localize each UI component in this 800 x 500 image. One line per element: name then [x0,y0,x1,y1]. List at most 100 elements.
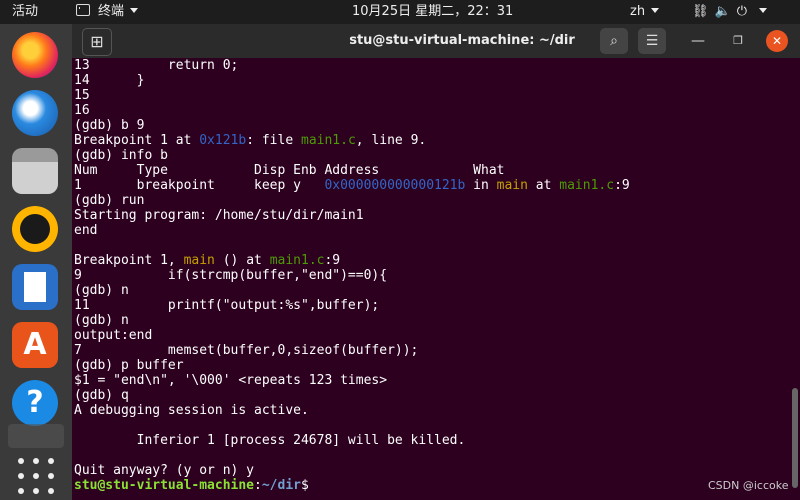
show-apps-icon[interactable] [18,458,54,494]
terminal-text: main [496,178,528,193]
rhythmbox-icon[interactable] [12,206,58,252]
terminal-text: Breakpoint 1, [74,253,184,268]
terminal-line: (gdb) q [74,388,794,403]
system-tray[interactable]: ⛓ 🔈 ⏻ [692,0,771,24]
input-method-button[interactable]: zh [630,0,660,24]
writer-icon[interactable] [12,264,58,310]
terminal-text: Breakpoint 1 at [74,133,200,148]
terminal-text: stu@stu-virtual-machine [74,478,255,493]
terminal-line: stu@stu-virtual-machine:~/dir$ [74,478,794,493]
terminal-text: 0x121b [199,133,247,148]
terminal-text: , line 9. [355,133,427,148]
activities-button[interactable]: 活动 [12,0,38,24]
dock: A ? [0,24,72,500]
terminal-line: (gdb) n [74,283,794,298]
terminal-text: 7 memset(buffer,0,sizeof(buffer)); [74,343,419,358]
terminal-text: :9 [324,253,341,268]
terminal-line: output:end [74,328,794,343]
terminal-text: (gdb) n [74,283,129,298]
terminal-line: (gdb) p buffer [74,358,794,373]
terminal-text: end [74,223,98,238]
terminal-line: Breakpoint 1, main () at main1.c:9 [74,253,794,268]
terminal-text: 13 return 0; [74,58,239,73]
terminal-line: 9 if(strcmp(buffer,"end")==0){ [74,268,794,283]
terminal-line: Breakpoint 1 at 0x121b: file main1.c, li… [74,133,794,148]
software-center-icon[interactable]: A [12,322,58,368]
trash-icon[interactable] [8,424,64,448]
terminal-line: Inferior 1 [process 24678] will be kille… [74,433,794,448]
terminal-text: Num Type Disp Enb Address What [74,163,505,178]
terminal-text: : file [246,133,301,148]
network-icon: ⛓ [692,4,711,19]
power-icon: ⏻ [736,4,749,19]
terminal-text: 16 [74,103,90,118]
app-menu-button[interactable]: 终端 [76,0,139,24]
search-button[interactable]: ⌕ [600,28,628,54]
terminal-text: (gdb) p buffer [74,358,184,373]
terminal-text: main1.c [269,253,325,268]
window-titlebar[interactable]: ⊞ stu@stu-virtual-machine: ~/dir ⌕ ☰ — ❐… [72,24,800,58]
terminal-line: 11 printf("output:%s",buffer); [74,298,794,313]
terminal-text: main1.c [301,133,356,148]
terminal-text: 14 } [74,73,145,88]
files-icon[interactable] [12,148,58,194]
firefox-icon[interactable] [12,32,58,78]
terminal-text: $1 = "end\n", '\000' <repeats 123 times> [74,373,388,388]
thunderbird-icon[interactable] [12,90,58,136]
close-button[interactable]: ✕ [766,30,788,52]
terminal-text: (gdb) q [74,388,129,403]
scrollbar[interactable] [792,388,798,488]
terminal-text: () at [214,253,270,268]
terminal-text: A debugging session is active. [74,403,309,418]
terminal-text: ~/dir [261,478,301,493]
terminal-text: (gdb) run [74,193,145,208]
terminal-line: 13 return 0; [74,58,794,73]
maximize-button[interactable]: ❐ [728,28,748,54]
hamburger-icon: ☰ [645,33,659,49]
terminal-line: 16 [74,103,794,118]
chevron-down-icon [130,8,139,13]
help-icon[interactable]: ? [12,380,58,426]
terminal-text: (gdb) b 9 [74,118,145,133]
terminal-text: main1.c [559,178,615,193]
terminal-line: end [74,223,794,238]
terminal-output[interactable]: 13 return 0; 14 } 15 16 (gdb) b 9 Breakpoint … [72,58,794,500]
terminal-text: (gdb) info b [74,148,168,163]
terminal-line: 14 } [74,73,794,88]
terminal-line: 1 breakpoint keep y 0x000000000000121b i… [74,178,794,193]
terminal-text: Starting program: /home/stu/dir/main1 [74,208,364,223]
terminal-line: A debugging session is active. [74,403,794,418]
terminal-text: 15 [74,88,90,103]
search-icon: ⌕ [610,33,618,49]
volume-icon: 🔈 [714,4,733,19]
terminal-text: :9 [614,178,630,193]
terminal-text: 0x000000000000121b [324,178,466,193]
terminal-line: Quit anyway? (y or n) y [74,463,794,478]
menu-button[interactable]: ☰ [638,28,666,54]
terminal-line: (gdb) info b [74,148,794,163]
terminal-line: (gdb) b 9 [74,118,794,133]
terminal-text: output:end [74,328,153,343]
app-name: 终端 [98,4,125,19]
terminal-text: : [254,478,262,493]
window-title: stu@stu-virtual-machine: ~/dir [349,33,575,48]
input-method-label: zh [630,4,646,19]
terminal-text: (gdb) n [74,313,129,328]
new-tab-button[interactable]: ⊞ [82,28,112,56]
terminal-text: 11 printf("output:%s",buffer); [74,298,380,313]
terminal-line: Starting program: /home/stu/dir/main1 [74,208,794,223]
top-bar: 活动 终端 10月25日 星期二，22：31 zh ⛓ 🔈 ⏻ [0,0,800,24]
terminal-text: Inferior 1 [process 24678] will be kille… [74,433,466,448]
minimize-button[interactable]: — [688,28,708,54]
terminal-text: $ [300,478,317,493]
terminal-text: main [183,253,215,268]
terminal-line: (gdb) run [74,193,794,208]
watermark: CSDN @iccoke [708,479,789,492]
terminal-text: in [465,178,497,193]
terminal-text: 1 breakpoint keep y [74,178,325,193]
clock[interactable]: 10月25日 星期二，22：31 [352,0,513,24]
terminal-text: 9 if(strcmp(buffer,"end")==0){ [74,268,388,283]
